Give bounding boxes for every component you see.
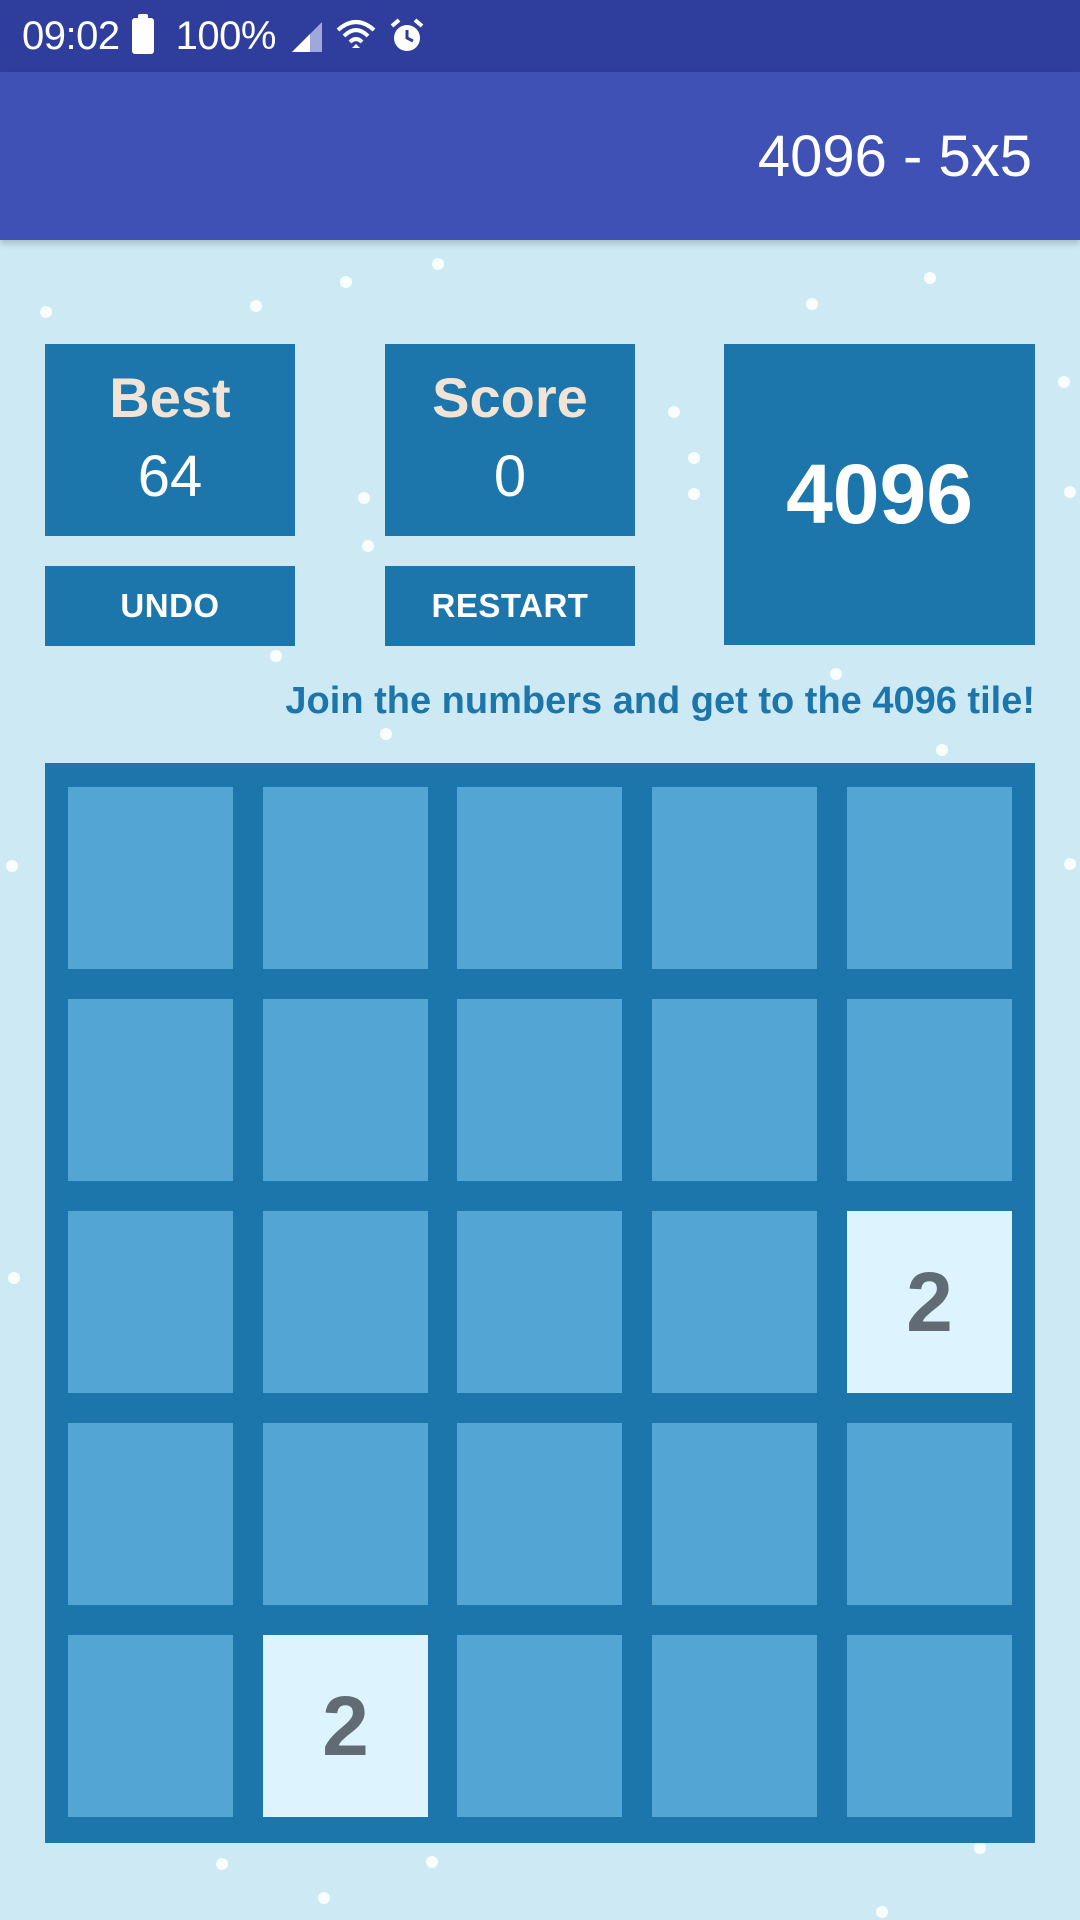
tile-2: 2 — [847, 1211, 1012, 1393]
board-cell — [652, 1423, 817, 1605]
board-cell — [652, 1635, 817, 1817]
restart-button[interactable]: RESTART — [385, 566, 635, 646]
board-cell — [652, 787, 817, 969]
board-cell — [457, 1211, 622, 1393]
board-cell — [263, 1211, 428, 1393]
battery-percent: 100% — [175, 13, 277, 58]
alarm-icon — [388, 17, 426, 55]
board-cell — [847, 999, 1012, 1181]
board-cell — [847, 1635, 1012, 1817]
board-cell — [457, 1423, 622, 1605]
tagline: Join the numbers and get to the 4096 til… — [285, 680, 1035, 722]
board-cell — [652, 999, 817, 1181]
board-cell — [68, 787, 233, 969]
best-label: Best — [109, 366, 231, 429]
board-cell — [652, 1211, 817, 1393]
board-cell — [263, 787, 428, 969]
best-value: 64 — [137, 444, 203, 509]
board-cell — [847, 787, 1012, 969]
best-score-box: Best 64 — [45, 344, 295, 536]
tile-2: 2 — [263, 1635, 428, 1817]
battery-icon — [131, 14, 164, 54]
current-score-box: Score 0 — [385, 344, 635, 536]
wifi-icon — [336, 18, 376, 54]
signal-icon — [288, 18, 324, 54]
board-cell — [68, 999, 233, 1181]
board-cell — [263, 1423, 428, 1605]
undo-button[interactable]: UNDO — [45, 566, 295, 646]
board-cell — [68, 1423, 233, 1605]
game-board[interactable]: 22 — [45, 763, 1035, 1843]
goal-tile: 4096 — [724, 344, 1035, 645]
app-bar: 4096 - 5x5 — [0, 72, 1080, 240]
board-cell — [457, 999, 622, 1181]
board-cell — [847, 1423, 1012, 1605]
board-cell — [263, 999, 428, 1181]
score-value: 0 — [493, 444, 527, 509]
status-time: 09:02 — [22, 13, 120, 58]
board-cell — [68, 1211, 233, 1393]
board-cell — [457, 787, 622, 969]
score-label: Score — [432, 366, 588, 429]
status-bar: 09:02 100% — [0, 0, 1080, 72]
board-cell — [457, 1635, 622, 1817]
app-title: 4096 - 5x5 — [757, 123, 1032, 189]
board-cell — [68, 1635, 233, 1817]
